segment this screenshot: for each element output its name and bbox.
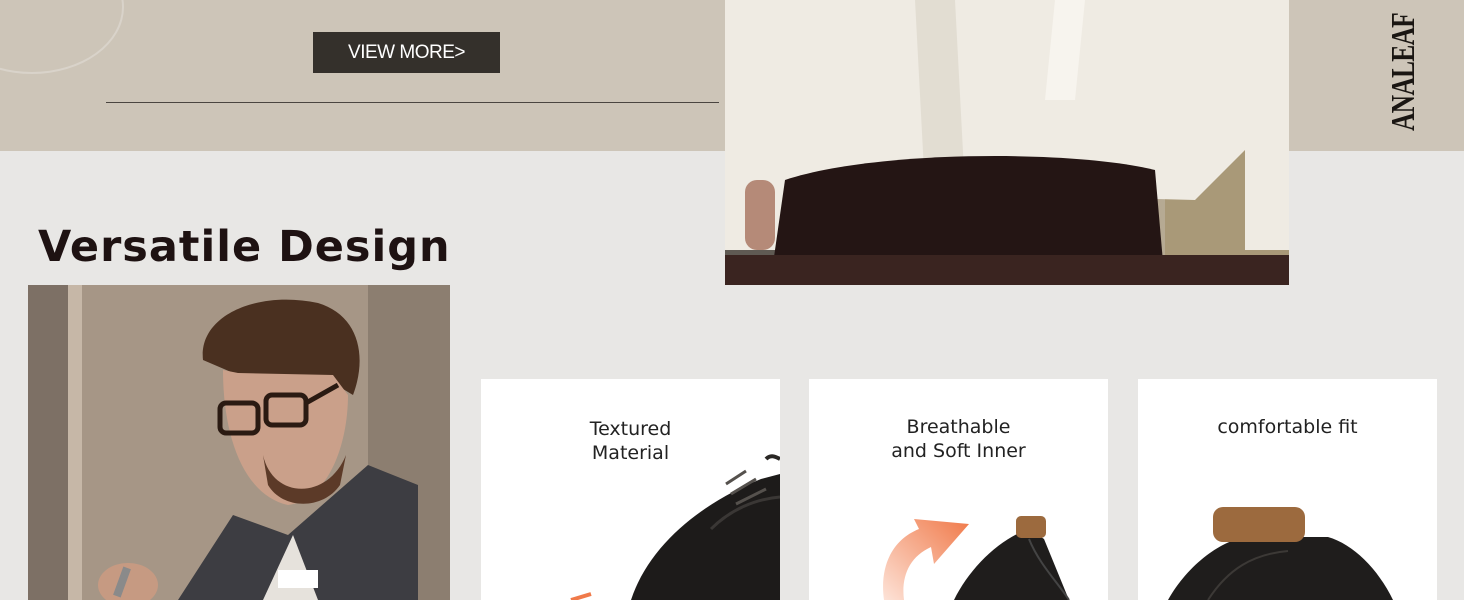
- hero-photo: [725, 0, 1289, 285]
- divider-line: [106, 102, 719, 103]
- shoe-top-view-icon: [1168, 507, 1393, 600]
- shoe-texture-icon: [570, 454, 780, 600]
- shoe-heel-arrow-icon: [883, 516, 1070, 600]
- brand-logo: ANALEAF: [1385, 13, 1422, 131]
- section-title: Versatile Design: [38, 222, 451, 272]
- svg-text:ANALEAF: ANALEAF: [1385, 13, 1422, 131]
- feature-card-textured-material: Textured Material: [481, 379, 780, 600]
- feature-card-comfortable-fit: comfortable fit: [1138, 379, 1437, 600]
- decorative-swirl: [0, 0, 124, 74]
- view-more-button[interactable]: VIEW MORE>: [313, 32, 500, 73]
- feature-card-breathable-inner: Breathable and Soft Inner: [809, 379, 1108, 600]
- model-photo: [28, 285, 450, 600]
